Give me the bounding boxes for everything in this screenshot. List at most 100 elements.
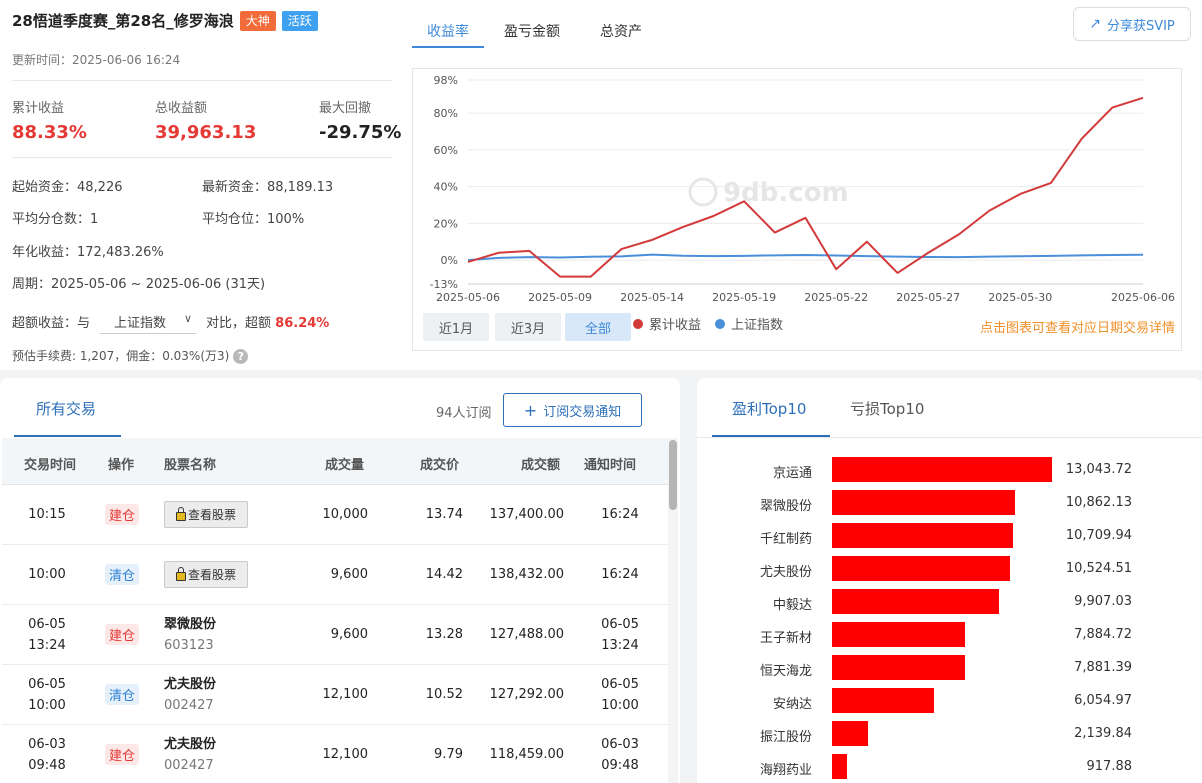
tab-underline xyxy=(14,435,121,437)
x-tick-label: 2025-06-06 xyxy=(1111,291,1175,304)
cum-return-label: 累计收益 xyxy=(12,101,65,116)
excess-return-row: 超额收益：与 上证指数 ∨ 对比，超额 86.24% xyxy=(12,312,329,334)
profit-bar[interactable] xyxy=(832,589,1000,614)
x-tick-label: 2025-05-30 xyxy=(988,291,1052,304)
tab-total-assets[interactable]: 总资产 xyxy=(600,21,642,41)
trade-time-line1: 06-05 xyxy=(28,677,66,692)
subscribe-button[interactable]: + 订阅交易通知 xyxy=(503,393,642,427)
x-tick-label: 2025-05-06 xyxy=(436,291,500,304)
bar-row[interactable]: 王子新材 7,884.72 xyxy=(697,620,1202,653)
table-row[interactable]: 06-05 13:24 建仓 翠微股份 603123 9,600 13.28 127,488.… xyxy=(2,605,668,665)
trade-price: 14.42 xyxy=(425,567,463,582)
trade-volume: 9,600 xyxy=(330,627,368,642)
range-all-button[interactable]: 全部 xyxy=(565,313,631,341)
stock-code: 002427 xyxy=(164,698,214,713)
trade-price: 13.74 xyxy=(425,507,463,522)
col-operation: 操作 xyxy=(108,458,135,473)
notify-time-line1: 06-05 xyxy=(601,677,639,692)
col-stock-name: 股票名称 xyxy=(164,458,217,473)
trade-amount: 137,400.00 xyxy=(489,507,564,522)
trade-price: 9.79 xyxy=(434,747,463,762)
profit-bar[interactable] xyxy=(832,754,848,779)
table-row[interactable]: 10:15 建仓 查看股票 10,000 13.74 137,400.00 16:24 xyxy=(2,485,668,545)
stock-info[interactable]: 尤夫股份 002427 xyxy=(164,734,216,776)
divider xyxy=(697,437,1202,438)
profit-bar[interactable] xyxy=(832,523,1013,548)
trade-amount: 127,292.00 xyxy=(489,687,564,702)
chart-svg[interactable]: 9db.com98%80%60%40%20%0%-13%2025-05-06 20… xyxy=(413,69,1181,305)
operation-tag: 建仓 xyxy=(105,504,140,525)
bar-row[interactable]: 振江股份 2,139.84 xyxy=(697,719,1202,752)
avg-positions: 平均分仓数：1 xyxy=(12,212,99,227)
x-tick-label: 2025-05-14 xyxy=(620,291,684,304)
profit-bar[interactable] xyxy=(832,721,869,746)
bar-row[interactable]: 翠微股份 10,862.13 xyxy=(697,488,1202,521)
tab-profit-top10[interactable]: 盈利Top10 xyxy=(732,398,806,419)
profit-bar[interactable] xyxy=(832,688,935,713)
total-profit-value: 39,963.13 xyxy=(155,122,257,143)
bar-stock-name: 安纳达 xyxy=(772,697,812,712)
tab-return-rate[interactable]: 收益率 xyxy=(427,21,469,41)
profit-bar[interactable] xyxy=(832,655,965,680)
trade-volume: 12,100 xyxy=(322,747,369,762)
notify-time-line1: 16:24 xyxy=(601,567,639,582)
bar-row[interactable]: 海翔药业 917.88 xyxy=(697,752,1202,783)
bar-value-label: 917.88 xyxy=(1086,759,1133,774)
stock-code: 603123 xyxy=(164,638,214,653)
stock-info[interactable]: 翠微股份 603123 xyxy=(164,614,216,656)
bar-row[interactable]: 京运通 13,043.72 xyxy=(697,455,1202,488)
notify-time: 06-03 09:48 xyxy=(600,734,640,776)
y-tick-label: 80% xyxy=(434,107,458,120)
annual-return: 年化收益：172,483.26% xyxy=(12,245,164,260)
share-button[interactable]: ↗ 分享获SVIP xyxy=(1073,7,1191,41)
summary-panel: 28悟道季度赛_第28名_修罗海浪 大神 活跃 更新时间：2025-06-06 … xyxy=(0,0,1202,370)
y-tick-label: 20% xyxy=(434,217,458,230)
tab-loss-top10[interactable]: 亏损Top10 xyxy=(850,398,924,419)
range-3m-button[interactable]: 近3月 xyxy=(495,313,561,341)
table-row[interactable]: 10:00 清仓 查看股票 9,600 14.42 138,432.00 16:24 xyxy=(2,545,668,605)
legend-cum-return[interactable]: 累计收益 xyxy=(633,314,701,333)
bar-row[interactable]: 中毅达 9,907.03 xyxy=(697,587,1202,620)
total-profit-stat: 总收益额 39,963.13 xyxy=(155,97,256,143)
bar-row[interactable]: 安纳达 6,054.97 xyxy=(697,686,1202,719)
bar-row[interactable]: 恒天海龙 7,881.39 xyxy=(697,653,1202,686)
tab-all-trades[interactable]: 所有交易 xyxy=(36,398,96,419)
col-volume: 成交量 xyxy=(325,458,365,473)
view-stock-button[interactable]: 查看股票 xyxy=(164,501,248,528)
operation-tag: 清仓 xyxy=(105,684,140,705)
notify-time-line1: 16:24 xyxy=(601,507,639,522)
excess-prefix: 超额收益：与 xyxy=(12,316,91,331)
watermark-logo-icon xyxy=(688,177,718,207)
series-line[interactable] xyxy=(467,253,1144,262)
profit-bar[interactable] xyxy=(832,457,1052,482)
table-row[interactable]: 06-05 10:00 清仓 尤夫股份 002427 12,100 10.52 127,292… xyxy=(2,665,668,725)
bar-value-label: 10,524.51 xyxy=(1065,561,1132,576)
x-tick-label: 2025-05-27 xyxy=(896,291,960,304)
benchmark-value: 上证指数 xyxy=(114,316,167,331)
benchmark-select[interactable]: 上证指数 ∨ xyxy=(100,312,197,334)
plus-icon: + xyxy=(523,400,538,420)
profit-bar[interactable] xyxy=(832,556,1010,581)
col-price: 成交价 xyxy=(420,458,460,473)
trade-time: 06-05 10:00 xyxy=(28,674,66,716)
return-chart[interactable]: 9db.com 98% 80% 60% 40% 20% 0% -13% 2025-05-06 20… xyxy=(412,68,1182,351)
profit-bar[interactable] xyxy=(832,490,1016,515)
trade-amount: 127,488.00 xyxy=(489,627,564,642)
scrollbar-thumb[interactable] xyxy=(669,440,677,510)
help-icon[interactable]: ? xyxy=(233,349,249,364)
x-tick-label: 2025-05-19 xyxy=(712,291,776,304)
trade-time-line2: 10:00 xyxy=(28,698,66,713)
table-row[interactable]: 06-03 09:48 建仓 尤夫股份 002427 12,100 9.79 118,459.… xyxy=(2,725,668,783)
avg-position-ratio: 平均仓位：100% xyxy=(202,212,305,227)
bar-row[interactable]: 尤夫股份 10,524.51 xyxy=(697,554,1202,587)
notify-time: 16:24 xyxy=(600,564,640,585)
legend-index[interactable]: 上证指数 xyxy=(715,314,783,333)
tab-profit-amount[interactable]: 盈亏金额 xyxy=(504,21,560,41)
excess-value: 86.24% xyxy=(275,316,330,331)
range-1m-button[interactable]: 近1月 xyxy=(423,313,489,341)
view-stock-label: 查看股票 xyxy=(187,568,236,582)
bar-row[interactable]: 千红制药 10,709.94 xyxy=(697,521,1202,554)
profit-bar[interactable] xyxy=(832,622,965,647)
view-stock-button[interactable]: 查看股票 xyxy=(164,561,248,588)
stock-info[interactable]: 尤夫股份 002427 xyxy=(164,674,216,716)
